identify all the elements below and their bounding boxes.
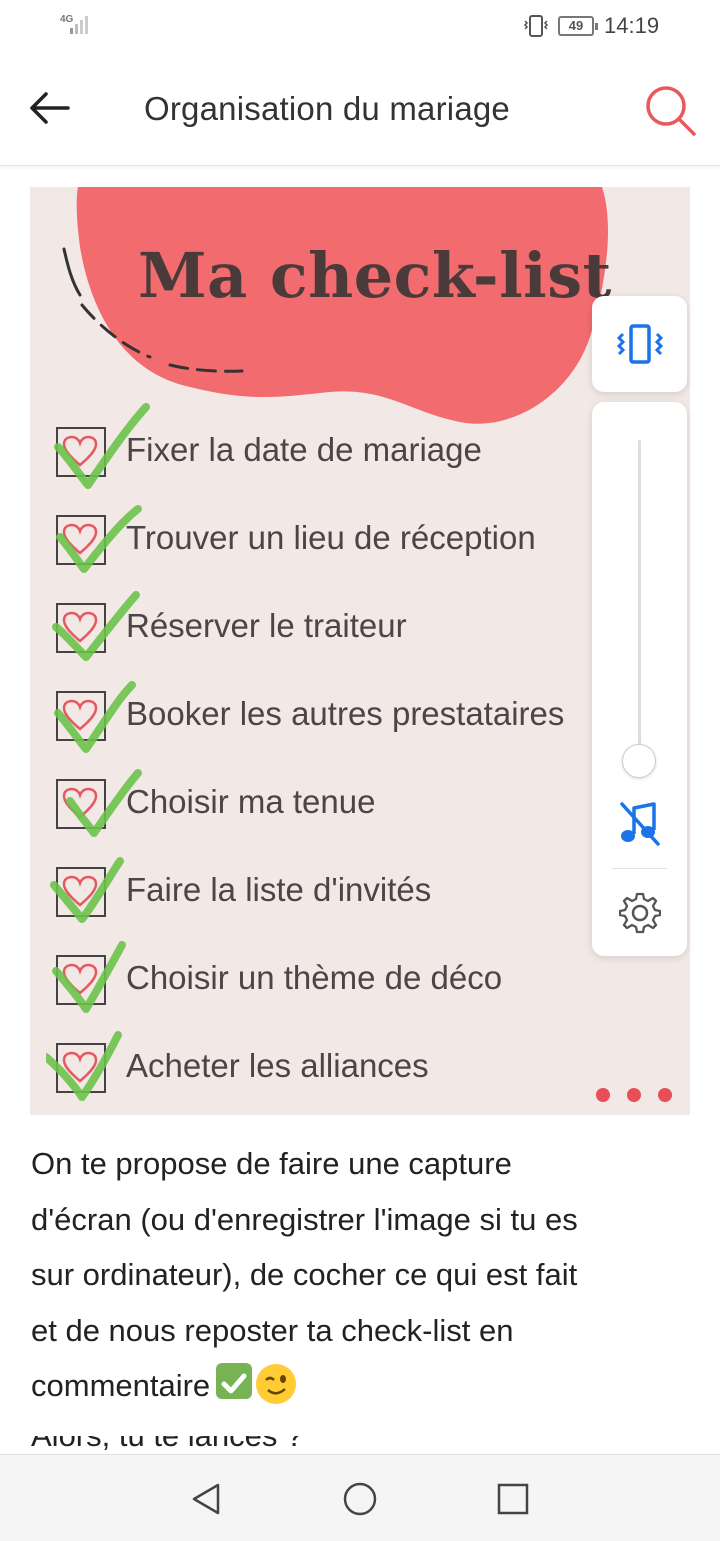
status-time: 14:19 <box>604 13 660 38</box>
post-line: et de nous reposter ta check-list en <box>31 1312 514 1348</box>
arrow-left-icon <box>30 92 70 124</box>
checklist-item: Choisir un thème de déco <box>52 941 674 1013</box>
post-line: On te propose de faire une capture <box>31 1146 512 1181</box>
checklist-item: Booker les autres prestataires <box>54 681 674 753</box>
checklist-item-label: Choisir un thème de déco <box>126 959 503 996</box>
nav-recents-icon[interactable] <box>496 1481 530 1517</box>
checklist-item-label: Fixer la date de mariage <box>126 431 482 468</box>
checklist-item: Acheter les alliances <box>46 1031 674 1101</box>
check-mark-emoji-icon <box>216 1363 253 1399</box>
carousel-dot <box>658 1088 672 1102</box>
nav-home-icon[interactable] <box>341 1481 379 1517</box>
battery-indicator: 49 <box>558 16 598 36</box>
carousel-dot <box>627 1088 641 1102</box>
divider <box>612 868 667 869</box>
volume-panel <box>592 402 687 956</box>
checklist-item: Trouver un lieu de réception <box>54 505 674 573</box>
ringer-mode-button[interactable] <box>592 296 687 392</box>
checklist-item-label: Réserver le traiteur <box>126 607 407 644</box>
post-line: d'écran (ou d'enregistrer l'image si tu … <box>31 1201 578 1237</box>
checklist-item: Faire la liste d'invités <box>50 857 674 923</box>
checklist-title: Ma check-list <box>138 239 612 312</box>
carousel-indicator[interactable] <box>596 1088 672 1107</box>
post-line: sur ordinateur), de cocher ce qui est fa… <box>31 1257 578 1292</box>
volume-slider-knob[interactable] <box>622 744 656 778</box>
search-icon <box>646 86 696 136</box>
post-line-text: commentaire <box>31 1368 211 1403</box>
post-next-line: Alors, tu te lances ? <box>31 1436 303 1454</box>
signal-icon <box>70 16 88 34</box>
carousel-dot <box>596 1088 610 1102</box>
vibrate-icon <box>616 324 664 364</box>
app-header: Organisation du mariage <box>0 52 720 166</box>
checklist-item-label: Acheter les alliances <box>126 1047 429 1084</box>
checklist-item-label: Booker les autres prestataires <box>126 695 565 732</box>
checklist-item-label: Choisir ma tenue <box>126 783 376 820</box>
checklist-item-label: Trouver un lieu de réception <box>126 519 536 556</box>
volume-slider-track[interactable] <box>638 440 641 760</box>
back-button[interactable] <box>26 88 72 128</box>
checklist-item: Choisir ma tenue <box>54 769 674 837</box>
checklist-item-label: Faire la liste d'invités <box>126 871 432 908</box>
nav-back-icon[interactable] <box>188 1481 224 1517</box>
post-body: On te propose de faire une capture d'écr… <box>31 1136 701 1414</box>
winking-face-emoji-icon <box>256 1364 297 1404</box>
gear-icon[interactable] <box>619 892 661 934</box>
system-nav-bar <box>0 1454 720 1541</box>
status-bar: 4G 49 14:19 <box>0 0 720 52</box>
search-button[interactable] <box>640 80 700 140</box>
post-next-line-text: Alors, tu te lances ? <box>31 1436 303 1454</box>
music-off-icon[interactable] <box>618 800 662 848</box>
checklist-item: Fixer la date de mariage <box>54 403 674 489</box>
page-title: Organisation du mariage <box>144 90 510 127</box>
checklist-item: Réserver le traiteur <box>52 591 674 661</box>
vibrate-status-icon <box>523 15 549 37</box>
checklist-image[interactable]: Ma check-list Fixer la date de mariage T… <box>30 187 690 1115</box>
post-line: commentaire <box>31 1358 701 1414</box>
